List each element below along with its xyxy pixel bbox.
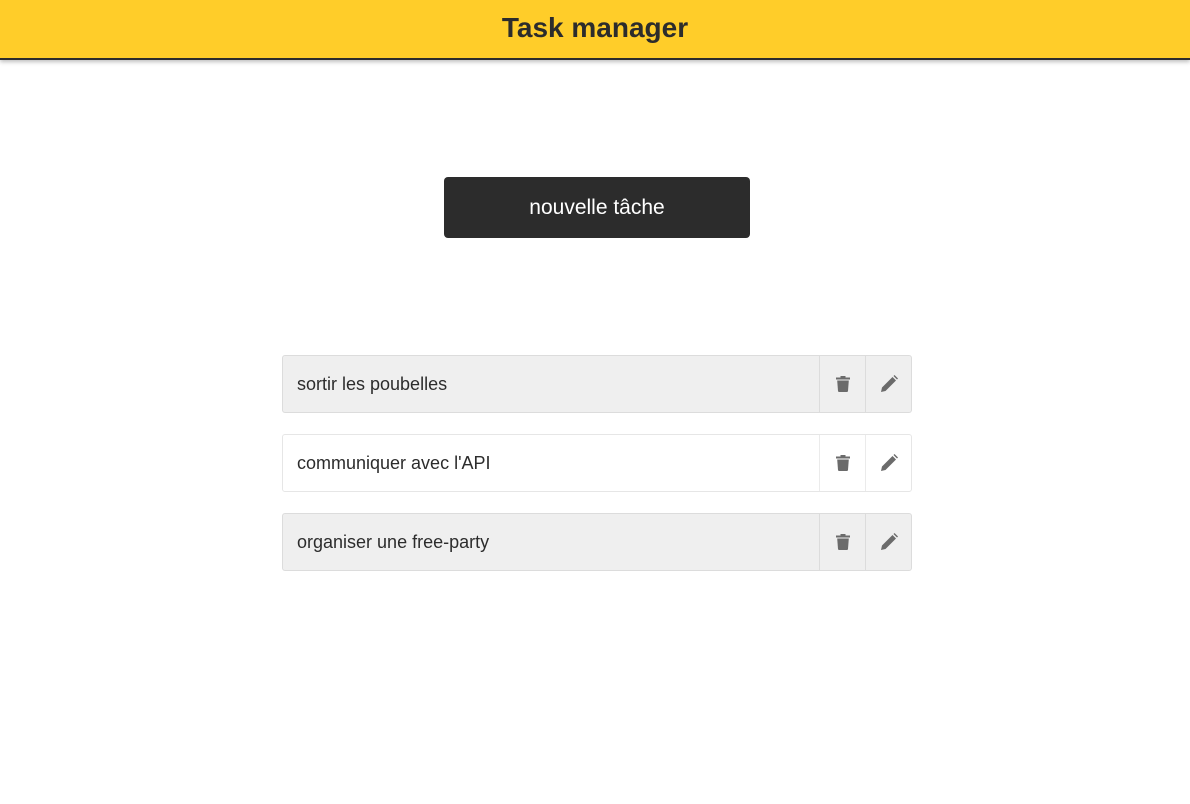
trash-icon (835, 534, 850, 550)
edit-task-button[interactable] (865, 435, 911, 491)
task-item: organiser une free-party (282, 513, 912, 571)
task-label: sortir les poubelles (297, 373, 448, 394)
task-label: organiser une free-party (297, 531, 490, 552)
new-task-button[interactable]: nouvelle tâche (444, 177, 750, 238)
task-item: sortir les poubelles (282, 355, 912, 413)
pencil-icon (880, 375, 898, 392)
trash-icon (835, 376, 850, 392)
delete-task-button[interactable] (819, 356, 865, 412)
delete-task-button[interactable] (819, 514, 865, 570)
task-item: communiquer avec l'API (282, 434, 912, 492)
app-header: Task manager (0, 0, 1190, 60)
edit-task-button[interactable] (865, 514, 911, 570)
pencil-icon (880, 454, 898, 471)
pencil-icon (880, 533, 898, 550)
edit-task-button[interactable] (865, 356, 911, 412)
page-title: Task manager (501, 12, 689, 43)
task-label: communiquer avec l'API (297, 452, 491, 473)
delete-task-button[interactable] (819, 435, 865, 491)
task-list: sortir les poubelles communiquer avec l'… (282, 355, 912, 592)
trash-icon (835, 455, 850, 471)
